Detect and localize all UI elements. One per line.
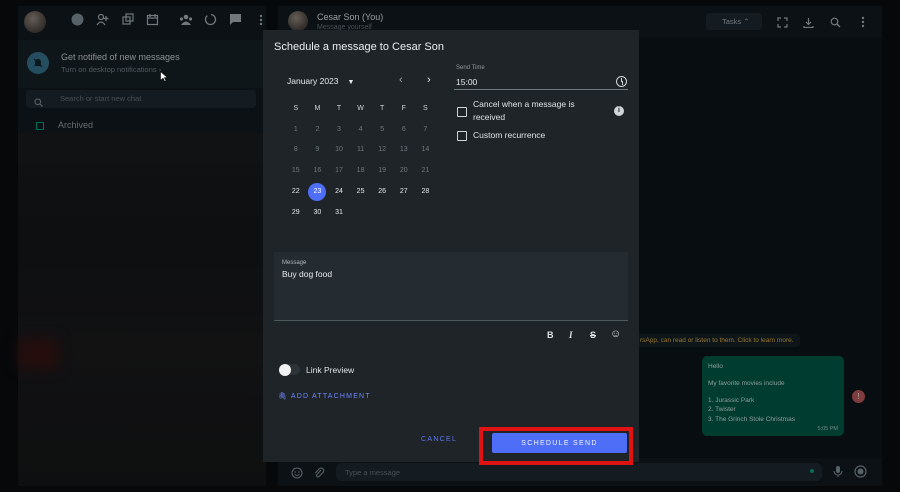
italic-icon[interactable]: I <box>569 330 573 340</box>
mouse-cursor-icon <box>160 69 169 87</box>
cancel-button[interactable]: CANCEL <box>421 436 457 443</box>
send-time-input[interactable]: 15:00 <box>456 77 477 87</box>
calendar-day[interactable]: 24 <box>328 188 350 195</box>
cancel-on-reply-label[interactable]: Cancel when a message is received <box>473 98 608 124</box>
calendar-day: 19 <box>378 167 387 175</box>
calendar-week-row: 22 23 24 25 26 27 28 <box>285 181 439 202</box>
message-textarea[interactable]: Message Buy dog food <box>274 252 628 321</box>
calendar-day: 17 <box>335 167 343 175</box>
link-preview-toggle[interactable] <box>279 363 300 376</box>
calendar-grid: SMTWTFS 1 2 3 4 5 6 7 8 9 10 11 12 13 14 15 16 17 18 19 20 2… <box>285 98 439 223</box>
calendar-day: 6 <box>401 125 406 133</box>
toggle-knob <box>279 363 291 376</box>
calendar-day-selected[interactable]: 23 <box>307 182 329 201</box>
schedule-dialog: Schedule a message to Cesar Son January … <box>263 30 639 462</box>
calendar-day[interactable]: 28 <box>415 188 437 195</box>
weekday-label: W <box>357 104 364 112</box>
calendar-day[interactable]: 29 <box>285 209 307 216</box>
calendar-day: 5 <box>380 125 385 133</box>
calendar-day[interactable]: 27 <box>393 188 415 195</box>
paperclip-icon: 🖇 <box>278 393 289 400</box>
send-time-underline <box>454 89 628 90</box>
cancel-on-reply-checkbox[interactable] <box>457 107 467 117</box>
calendar-weeks: 1 2 3 4 5 6 7 8 9 10 11 12 13 14 15 16 17 18 19 20 21 22 23 24 2… <box>285 119 439 223</box>
calendar-week-row: 8 9 10 11 12 13 14 <box>285 140 439 161</box>
message-value: Buy dog food <box>282 269 333 279</box>
calendar-day: 1 <box>293 125 298 133</box>
weekday-label: T <box>380 104 385 112</box>
app-window: Get notified of new messages Turn on des… <box>0 0 900 492</box>
calendar-day: 18 <box>356 167 365 175</box>
calendar-day: 7 <box>423 125 428 133</box>
weekday-label: S <box>423 104 428 112</box>
highlight-box <box>479 427 633 465</box>
add-attachment-button[interactable]: 🖇 ADD ATTACHMENT <box>278 392 371 400</box>
weekday-header: SMTWTFS <box>285 98 439 119</box>
emoji-picker-icon[interactable]: ☺ <box>610 328 621 340</box>
custom-recurrence-label[interactable]: Custom recurrence <box>473 129 545 142</box>
calendar-week-row: 1 2 3 4 5 6 7 <box>285 119 439 140</box>
message-label: Message <box>282 260 307 266</box>
calendar-day[interactable]: 31 <box>328 209 350 216</box>
calendar-day: 3 <box>337 125 341 133</box>
calendar-day: 8 <box>293 146 298 154</box>
send-time-label: Send Time <box>456 65 485 71</box>
weekday-label: T <box>336 104 342 112</box>
dialog-title: Schedule a message to Cesar Son <box>274 41 444 53</box>
bold-icon[interactable]: B <box>547 330 554 340</box>
calendar-day: 9 <box>315 146 320 154</box>
calendar-day: 14 <box>421 146 430 154</box>
calendar-day: 4 <box>358 125 363 133</box>
chevron-right-icon[interactable]: › <box>427 74 431 86</box>
add-attachment-label: ADD ATTACHMENT <box>290 393 371 400</box>
calendar-day: 10 <box>335 146 343 154</box>
weekday-label: M <box>314 104 321 112</box>
calendar-day[interactable]: 30 <box>307 209 329 216</box>
month-selector[interactable]: January 2023 ▼ <box>287 76 354 86</box>
chevron-left-icon[interactable]: ‹ <box>399 74 403 86</box>
calendar-day: 21 <box>421 167 430 175</box>
custom-recurrence-checkbox[interactable] <box>457 131 467 141</box>
info-icon[interactable]: i <box>614 106 624 116</box>
calendar-day[interactable]: 25 <box>350 188 372 195</box>
calendar-week-row: 29 30 31 <box>285 202 439 223</box>
calendar-day: 20 <box>399 167 408 175</box>
calendar-day[interactable]: 22 <box>285 188 307 195</box>
calendar-day: 16 <box>313 167 322 175</box>
clock-icon[interactable] <box>616 76 627 87</box>
strikethrough-icon[interactable]: S <box>590 330 596 340</box>
calendar-day[interactable]: 26 <box>371 188 393 195</box>
caret-down-icon: ▼ <box>347 79 355 86</box>
weekday-label: S <box>293 104 299 112</box>
calendar-day-number: 23 <box>308 182 327 201</box>
calendar-day: 2 <box>315 125 320 133</box>
calendar-day: 11 <box>356 146 365 154</box>
calendar-day: 13 <box>399 146 408 154</box>
calendar-day: 12 <box>378 146 387 154</box>
weekday-label: F <box>401 104 406 112</box>
calendar-day: 15 <box>291 167 300 175</box>
link-preview-label: Link Preview <box>306 365 355 375</box>
month-label: January 2023 <box>287 76 339 86</box>
calendar-week-row: 15 16 17 18 19 20 21 <box>285 160 439 181</box>
